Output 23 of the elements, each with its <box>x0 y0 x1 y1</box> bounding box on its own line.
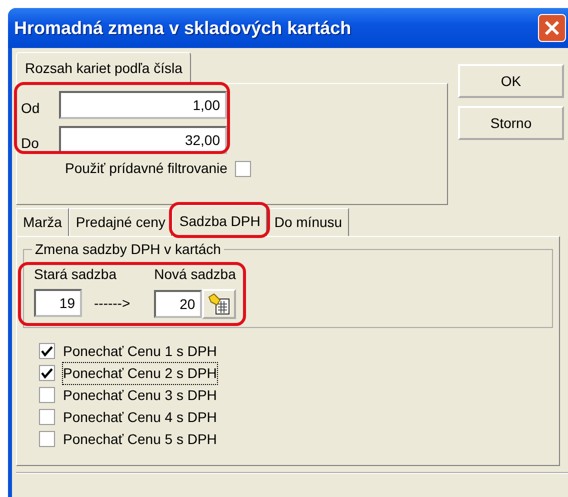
checkbox-label: Ponechať Cenu 3 s DPH <box>63 386 217 404</box>
input-field[interactable]: 19 <box>34 289 82 317</box>
field-label: Stará sadzba <box>34 265 118 284</box>
input-field[interactable]: 1,00 <box>59 90 227 118</box>
window-title: Hromadná zmena v skladových kartách <box>14 16 352 40</box>
tab[interactable]: Sadzba DPH <box>172 205 268 236</box>
tab[interactable]: Rozsah kariet podľa čísla <box>16 52 192 83</box>
tab[interactable]: Predajné ceny <box>68 208 172 236</box>
ok-button[interactable]: OK <box>458 64 564 98</box>
checkbox-label: Ponechať Cenu 1 s DPH <box>63 342 217 360</box>
checkbox-label: Ponechať Cenu 5 s DPH <box>63 430 217 448</box>
checkbox-label: Ponechať Cenu 2 s DPH <box>63 362 217 384</box>
arrow-text: ------> <box>94 294 130 312</box>
field-label: Nová sadzba <box>154 265 236 284</box>
input-field[interactable]: 20 <box>154 290 202 318</box>
tab[interactable]: Marža <box>16 208 69 236</box>
checkbox-label: Použiť prídavné filtrovanie <box>65 159 228 178</box>
checkbox-label: Ponechať Cenu 4 s DPH <box>63 408 217 426</box>
field-label: Do <box>21 134 40 153</box>
input-field[interactable]: 32,00 <box>59 126 227 154</box>
tab[interactable]: Do mínusu <box>267 208 350 236</box>
field-label: Od <box>21 99 41 118</box>
cancel-button[interactable]: Storno <box>458 106 564 140</box>
